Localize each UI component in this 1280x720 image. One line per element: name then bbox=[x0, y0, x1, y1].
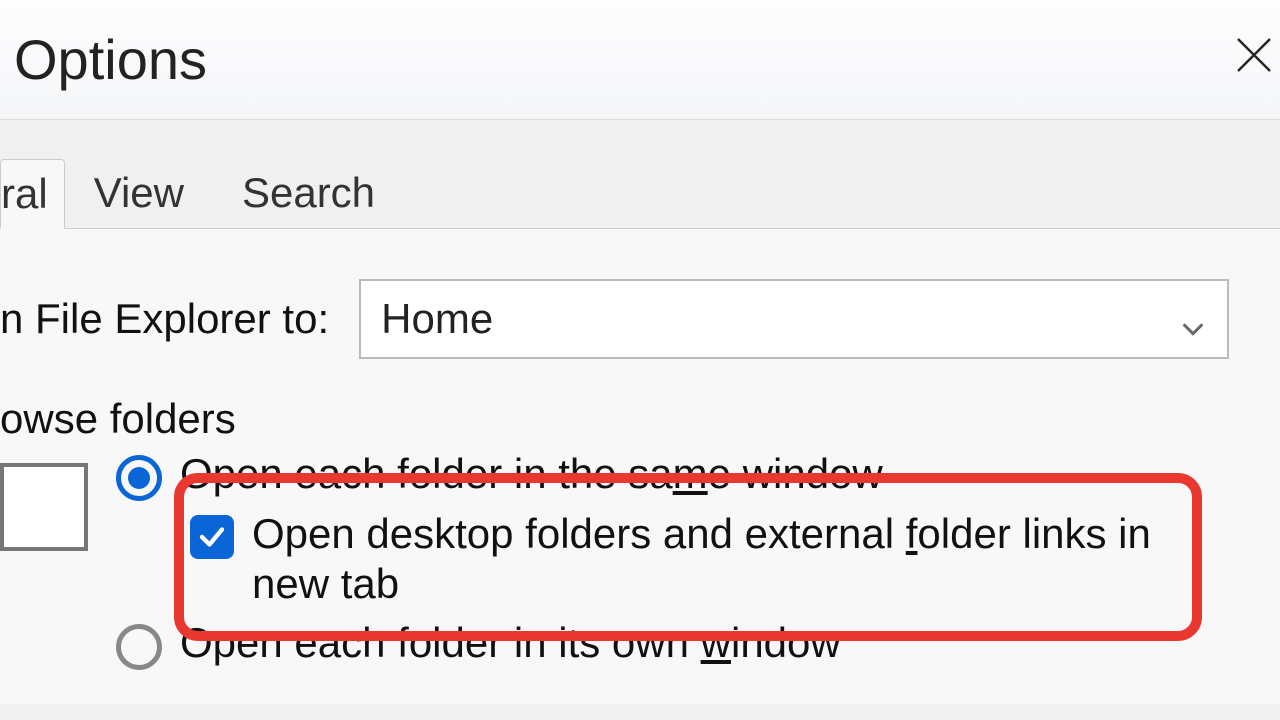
chevron-down-icon bbox=[1179, 305, 1207, 333]
tab-strip: ral View Search bbox=[0, 120, 1280, 229]
tab-search[interactable]: Search bbox=[213, 158, 404, 228]
radio-same-window[interactable]: Open each folder in the same window bbox=[116, 449, 1250, 501]
browse-folders-group-label: owse folders bbox=[0, 395, 1250, 443]
folder-preview-icon bbox=[0, 463, 88, 551]
checkbox-open-new-tab-label: Open desktop folders and external folder… bbox=[252, 509, 1152, 610]
open-to-select[interactable]: Home bbox=[359, 279, 1229, 359]
title-bar: Options bbox=[0, 0, 1280, 120]
open-to-label: n File Explorer to: bbox=[0, 295, 329, 343]
radio-own-window-label: Open each folder in its own window bbox=[180, 618, 841, 668]
close-icon[interactable] bbox=[1230, 23, 1278, 97]
browse-folders-group: Open each folder in the same window Open… bbox=[0, 443, 1250, 674]
browse-folders-options: Open each folder in the same window Open… bbox=[116, 443, 1250, 674]
radio-unselected-icon bbox=[116, 624, 162, 670]
open-to-selected-value: Home bbox=[381, 295, 493, 343]
tab-panel-general: n File Explorer to: Home owse folders Op… bbox=[0, 229, 1280, 704]
radio-same-window-label: Open each folder in the same window bbox=[180, 449, 883, 499]
window-title: Options bbox=[14, 27, 207, 92]
open-file-explorer-to-row: n File Explorer to: Home bbox=[0, 279, 1250, 359]
radio-own-window[interactable]: Open each folder in its own window bbox=[116, 618, 1250, 670]
checkbox-open-new-tab[interactable]: Open desktop folders and external folder… bbox=[190, 509, 1250, 610]
tab-general[interactable]: ral bbox=[0, 159, 65, 229]
tab-view[interactable]: View bbox=[65, 158, 213, 228]
radio-selected-icon bbox=[116, 455, 162, 501]
checkbox-checked-icon bbox=[190, 515, 234, 559]
